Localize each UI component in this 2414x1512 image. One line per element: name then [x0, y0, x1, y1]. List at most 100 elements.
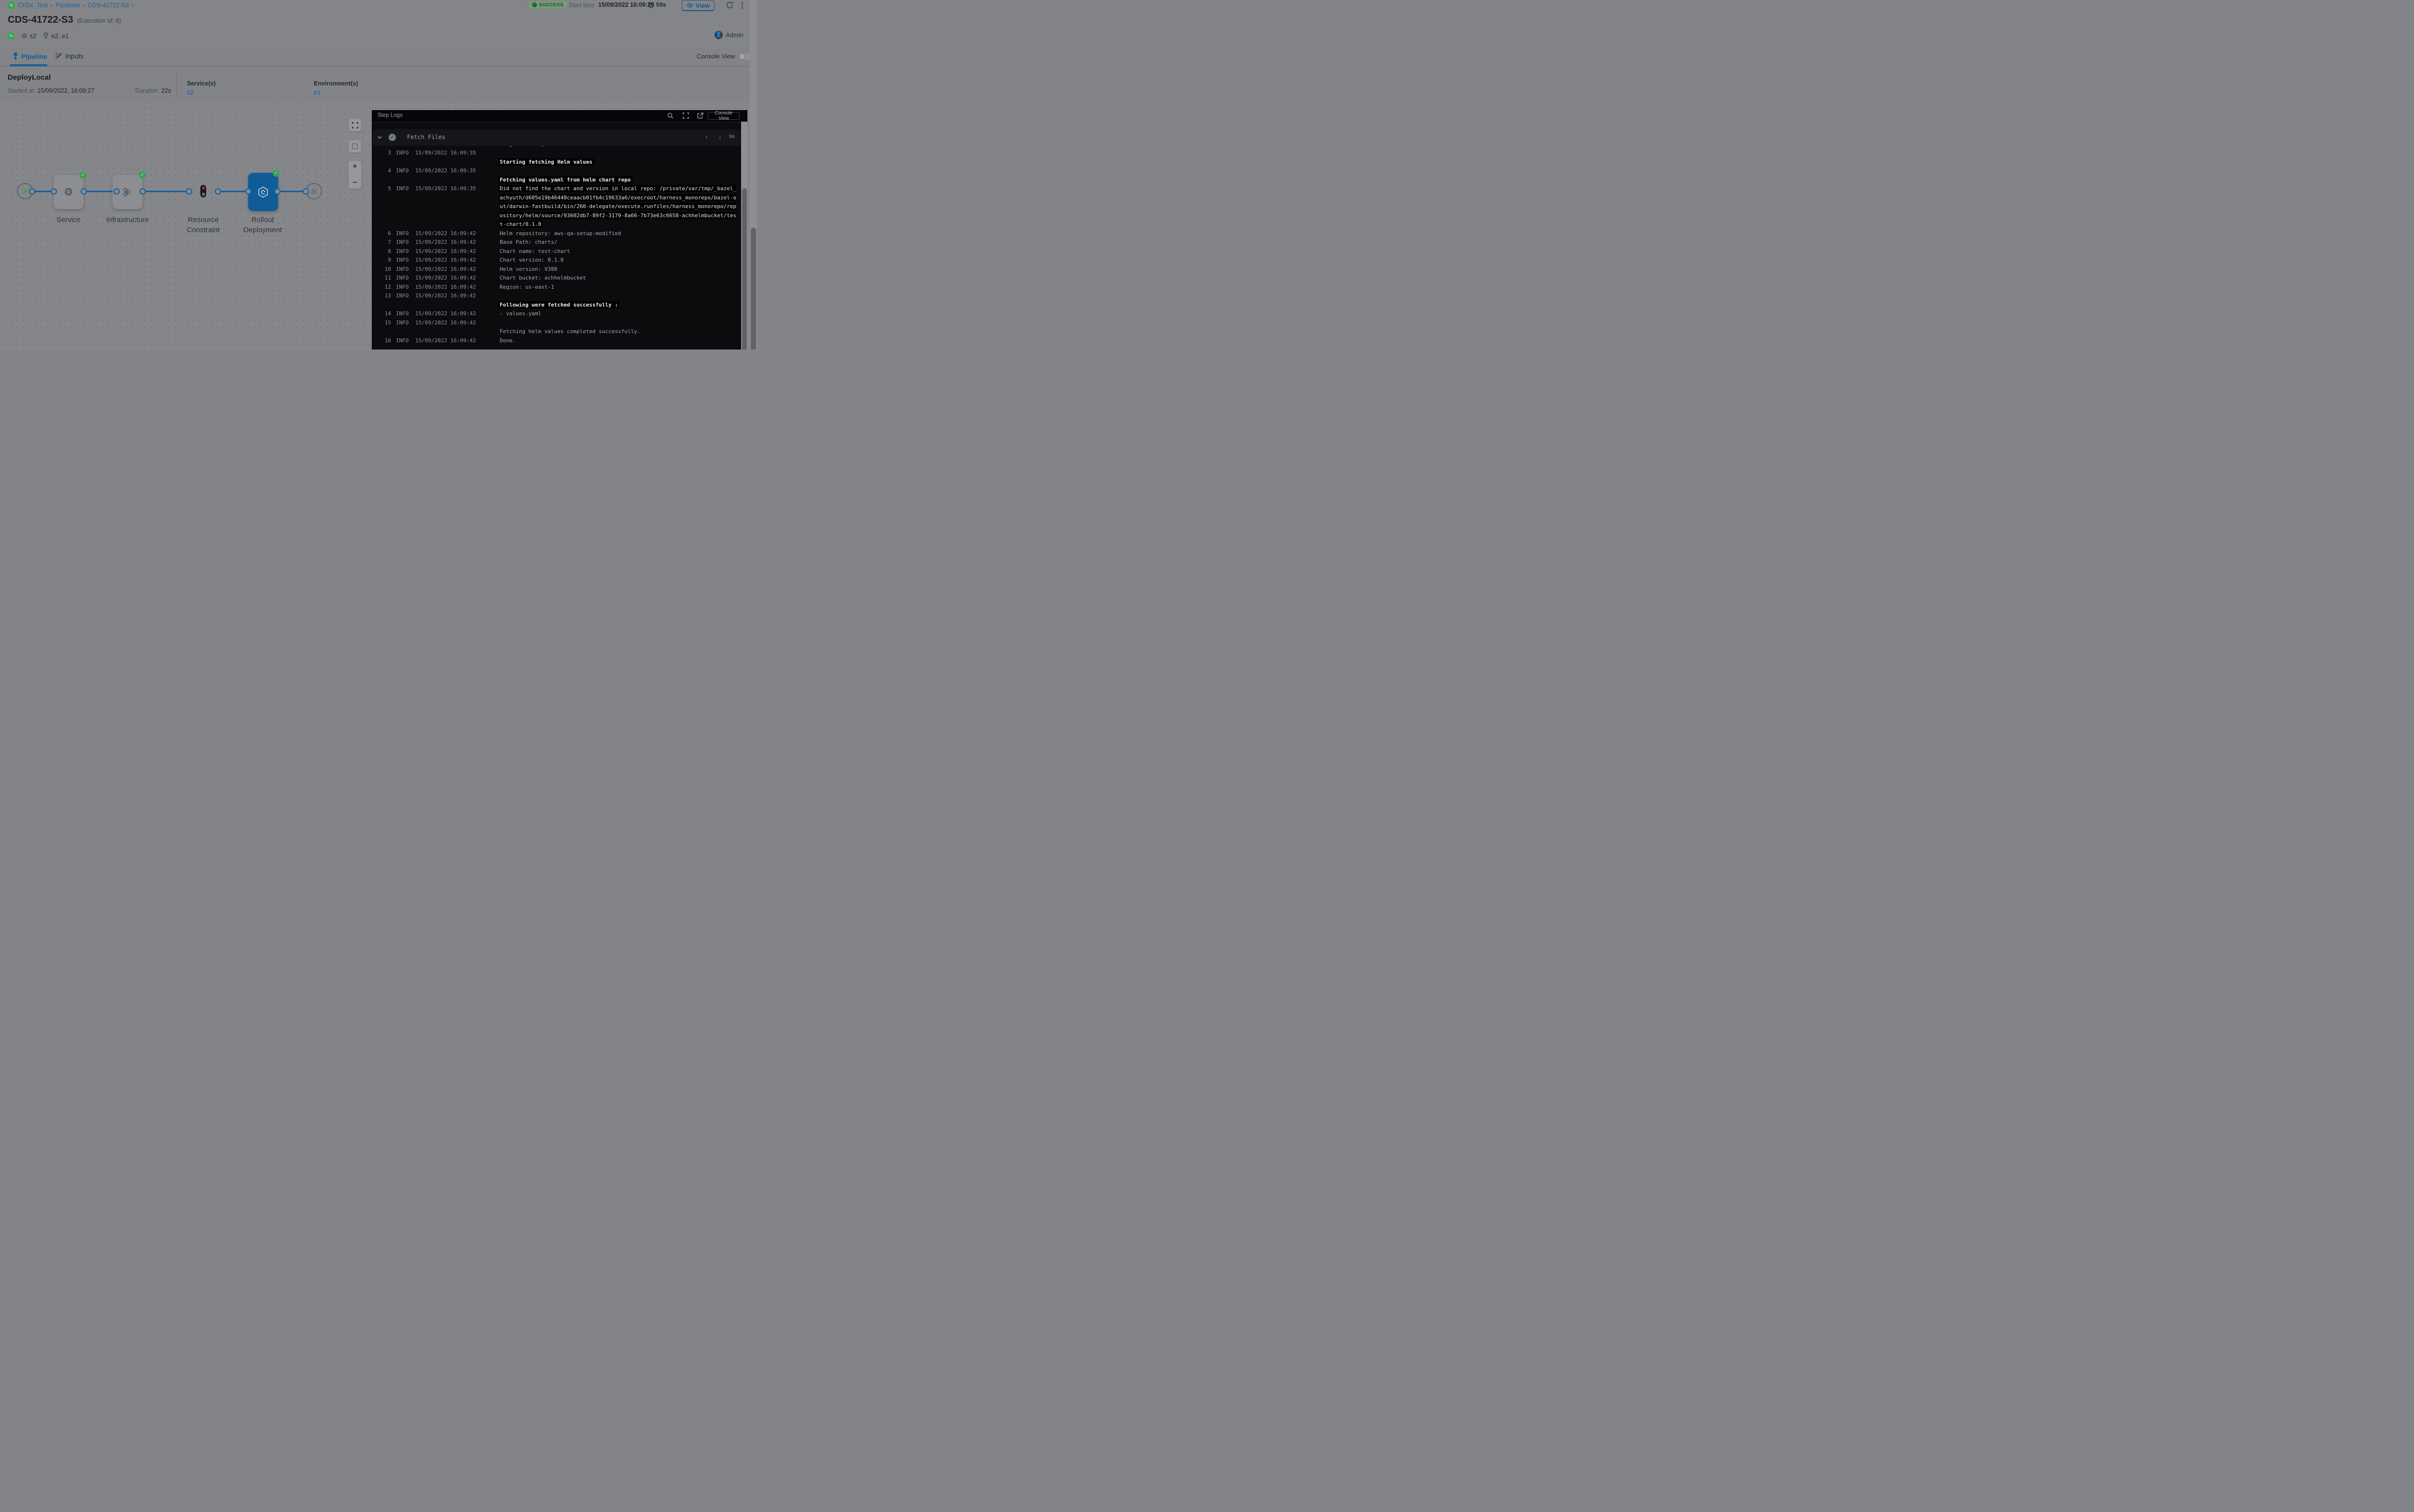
user-menu[interactable]: 👤 Admin — [715, 31, 744, 39]
breadcrumb-pipelines[interactable]: Pipelines — [56, 2, 80, 9]
node-label-service: Service — [42, 215, 95, 225]
node-rollout-deployment[interactable] — [248, 173, 278, 211]
tab-inputs-label: Inputs — [65, 52, 84, 60]
step-section-header[interactable]: ✓ Fetch Files ↑ ↓ 9s — [373, 129, 743, 146]
open-in-new-icon[interactable] — [697, 112, 704, 119]
fit-to-screen-button[interactable] — [349, 119, 361, 131]
marquee-select-button[interactable] — [349, 140, 361, 153]
search-icon[interactable] — [667, 112, 674, 119]
port-dot[interactable] — [215, 188, 221, 195]
edge — [84, 191, 116, 192]
port-dot[interactable] — [51, 188, 57, 195]
zoom-in-button[interactable]: + — [352, 163, 357, 170]
inputs-icon — [55, 53, 62, 59]
log-level: INFO — [396, 149, 411, 158]
breadcrumb-project[interactable]: CFDs_Test — [18, 2, 48, 9]
eye-icon — [687, 3, 693, 8]
avatar: 👤 — [715, 31, 723, 39]
log-timestamp: 15/09/2022 16:09:35 — [415, 149, 491, 158]
success-check-icon: ✓ — [139, 172, 146, 179]
log-line: Fetching helm values completed successfu… — [372, 327, 737, 336]
port-dot[interactable] — [303, 188, 309, 195]
edge — [142, 191, 189, 192]
success-check-icon: ✓ — [80, 172, 86, 179]
environments-tag: e2, e1 — [43, 32, 69, 40]
step-duration: 9s — [729, 134, 735, 140]
node-service[interactable]: ⚙ — [54, 175, 84, 209]
services-link[interactable]: s2 — [187, 89, 194, 96]
refresh-icon[interactable] — [726, 1, 734, 10]
port-dot[interactable] — [140, 188, 146, 195]
log-message: Following were fetched successfully : — [500, 301, 737, 310]
tab-inputs[interactable]: Inputs — [55, 52, 84, 60]
rollout-icon — [257, 186, 269, 198]
console-view-button[interactable]: Console View — [708, 112, 740, 120]
log-level: INFO — [396, 319, 411, 328]
log-timestamp: 15/09/2022 16:09:35 — [415, 184, 491, 194]
log-line-number: 16 — [375, 336, 391, 346]
log-message: Chart version: 0.1.0 — [500, 256, 737, 265]
log-line: 13 INFO 15/09/2022 16:09:42 — [372, 292, 737, 301]
log-scrollbar-track — [741, 122, 747, 350]
port-dot[interactable] — [245, 188, 252, 195]
view-button-label: View — [696, 2, 710, 9]
selection-icon — [352, 143, 358, 150]
chevron-down-icon[interactable] — [377, 135, 382, 140]
log-line: 10 INFO 15/09/2022 16:09:42 Helm version… — [372, 265, 737, 274]
port-dot[interactable] — [29, 188, 35, 195]
log-level: INFO — [396, 256, 411, 265]
log-timestamp: 15/09/2022 16:09:42 — [415, 309, 491, 319]
infrastructure-icon — [122, 186, 133, 198]
log-line-number: 3 — [375, 149, 391, 158]
log-level: INFO — [396, 184, 411, 194]
environments-link[interactable]: e1 — [314, 89, 321, 96]
edge — [218, 191, 248, 192]
port-dot[interactable] — [113, 188, 120, 195]
zoom-controls[interactable]: + − — [349, 161, 361, 189]
fullscreen-icon[interactable] — [683, 112, 689, 119]
tab-bar: Pipeline Inputs Console View — [0, 48, 757, 67]
node-label-rollout-deployment: Rollout Deployment — [236, 215, 289, 235]
log-line-number: 12 — [375, 283, 391, 292]
step-logs-panel: Step Logs Console View ✓ Fetch Files ↑ ↓… — [372, 110, 747, 350]
view-button[interactable]: View — [682, 0, 715, 11]
active-tab-indicator — [10, 64, 47, 66]
port-dot[interactable] — [274, 188, 281, 195]
log-lines[interactable]: m:"go1.17.10"} 3 INFO 15/09/2022 16:09:3… — [372, 146, 737, 345]
log-line-number: 8 — [375, 247, 391, 256]
start-time-label: Start time — [569, 2, 595, 9]
scroll-to-bottom-icon[interactable]: ↓ — [718, 133, 722, 140]
log-timestamp: 15/09/2022 16:09:42 — [415, 229, 491, 238]
edge — [277, 191, 306, 192]
kebab-menu-icon[interactable] — [740, 1, 744, 10]
breadcrumb-pipeline-name[interactable]: CDS-41722-S3 — [88, 2, 129, 9]
stage-duration: Duration: 22s — [135, 87, 171, 94]
log-level: INFO — [396, 265, 411, 274]
zoom-out-button[interactable]: − — [352, 179, 357, 187]
log-line: 14 INFO 15/09/2022 16:09:42 - values.yam… — [372, 309, 737, 319]
log-message: Helm version: V380 — [500, 265, 737, 274]
scroll-to-top-icon[interactable]: ↑ — [705, 133, 708, 140]
stage-started: Started at: 15/09/2022, 16:09:27 — [8, 87, 94, 94]
log-line-number: 10 — [375, 265, 391, 274]
tab-pipeline-label: Pipeline — [21, 53, 47, 60]
log-line: 3 INFO 15/09/2022 16:09:35 — [372, 149, 737, 158]
step-logs-title: Step Logs — [378, 112, 403, 118]
log-timestamp: 15/09/2022 16:09:42 — [415, 256, 491, 265]
play-icon — [24, 188, 28, 194]
log-scrollbar-thumb[interactable] — [742, 188, 747, 350]
log-line-number: 4 — [375, 167, 391, 176]
port-dot[interactable] — [186, 188, 192, 195]
log-level: INFO — [396, 238, 411, 247]
node-resource-constraint[interactable] — [200, 185, 206, 197]
log-level: INFO — [396, 309, 411, 319]
tab-pipeline[interactable]: Pipeline — [13, 52, 47, 60]
breadcrumb-separator: › — [132, 2, 134, 9]
log-line-number: 9 — [375, 256, 391, 265]
log-level: INFO — [396, 167, 411, 176]
breadcrumb: ∿ CFDs_Test › Pipelines › CDS-41722-S3 › — [8, 1, 134, 9]
page-scrollbar-thumb[interactable] — [751, 228, 756, 350]
log-message: Region: us-east-1 — [500, 283, 737, 292]
port-dot[interactable] — [81, 188, 87, 195]
log-line: Fetching values.yaml from helm chart rep… — [372, 176, 737, 185]
